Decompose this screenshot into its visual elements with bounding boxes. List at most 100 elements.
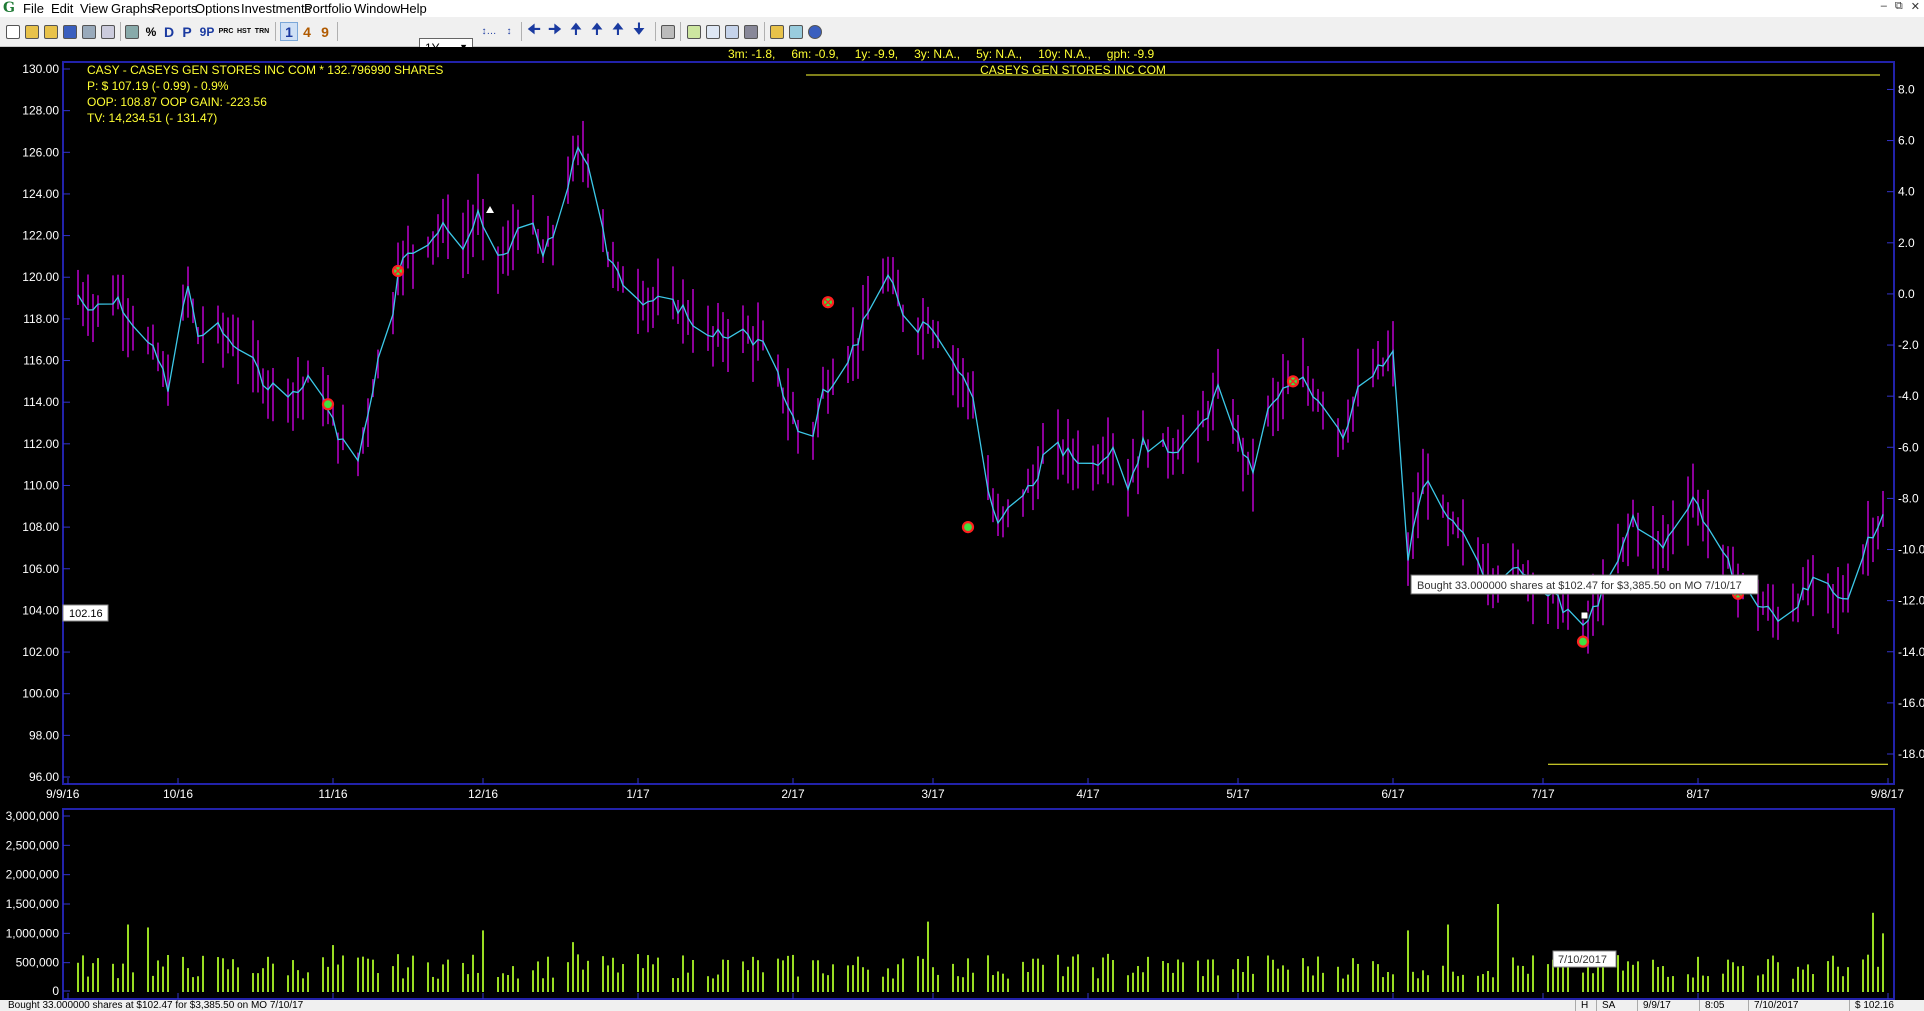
print-preview-icon[interactable] <box>100 22 116 41</box>
cursor-icon <box>1580 611 1589 620</box>
price-date-label: 11/16 <box>318 787 347 801</box>
perf-6m: 6m: -0.9, <box>791 47 838 61</box>
menu-help[interactable]: Help <box>400 1 427 16</box>
info-line-4: TV: 14,234.51 (- 131.47) <box>87 111 217 125</box>
status-message: Bought 33.000000 shares at $102.47 for $… <box>8 1000 304 1011</box>
perf-tick-label: 4.0 <box>1898 185 1915 199</box>
graph-window: 3m: -1.8, 6m: -0.9, 1y: -9.9, 3y: N.A., … <box>0 47 1924 1002</box>
info-line-1: CASY - CASEYS GEN STORES INC COM * 132.7… <box>87 63 443 77</box>
perf-tick-label: 6.0 <box>1898 134 1915 148</box>
daily-button[interactable]: D <box>161 22 177 41</box>
status-date: 9/9/17 <box>1637 1000 1676 1011</box>
price-button[interactable]: PRC <box>218 22 234 41</box>
zoom-icon[interactable]: ↕… <box>480 22 498 41</box>
menu-window[interactable]: Window <box>354 1 400 16</box>
perf-tick-label: 2.0 <box>1898 236 1915 250</box>
nine-graph-button[interactable]: 9 <box>317 22 333 41</box>
arrow-up-page-icon[interactable]: 🠉 <box>609 21 627 41</box>
four-graph-button[interactable]: 4 <box>299 22 315 41</box>
perf-5y: 5y: N.A., <box>976 47 1022 61</box>
settings-icon[interactable] <box>743 22 759 41</box>
price-date-label: 5/17 <box>1226 787 1250 801</box>
print-icon[interactable] <box>81 22 97 41</box>
price-tick-label: 110.00 <box>23 478 59 492</box>
volume-tick-label: 500,000 <box>16 956 60 970</box>
price-tick-label: 106.00 <box>22 562 59 576</box>
price-date-label: 3/17 <box>921 787 945 801</box>
perf-tick-label: -10.0 <box>1898 543 1924 557</box>
price-tick-label: 116.00 <box>23 354 59 368</box>
menu-view[interactable]: View <box>80 1 108 16</box>
perf-tick-label: -2.0 <box>1898 338 1919 352</box>
perf-graph: gph: -9.9 <box>1107 47 1155 61</box>
perf-10y: 10y: N.A., <box>1038 47 1091 61</box>
chart-icon[interactable] <box>686 22 702 41</box>
price-range-bars <box>77 120 1884 654</box>
perf-tick-label: -6.0 <box>1898 440 1919 454</box>
calculator-icon[interactable] <box>660 22 676 41</box>
price-tick-label: 120.00 <box>22 270 59 284</box>
nine-portfolio-button[interactable]: 9P <box>197 22 217 41</box>
perf-tick-label: 0.0 <box>1898 287 1915 301</box>
price-tick-label: 122.00 <box>22 229 59 243</box>
volume-tick-label: 1,000,000 <box>6 926 60 940</box>
help-icon[interactable] <box>807 22 823 41</box>
menu-portfolio[interactable]: Portfolio <box>304 1 352 16</box>
buy-marker-icon <box>321 398 335 411</box>
refresh-icon[interactable] <box>788 22 804 41</box>
transaction-button[interactable]: TRN <box>254 22 270 41</box>
menu-investments[interactable]: Investments <box>241 1 311 16</box>
menu-edit[interactable]: Edit <box>51 1 73 16</box>
arrow-up-icon[interactable]: 🠉 <box>567 21 585 41</box>
menu-bar: G File Edit View Graphs Reports Options … <box>0 0 1924 17</box>
new-file-icon[interactable] <box>5 22 21 41</box>
undo-icon[interactable] <box>769 22 785 41</box>
perf-tick-label: -14.0 <box>1898 645 1924 659</box>
grid-icon[interactable] <box>724 22 740 41</box>
menu-options[interactable]: Options <box>195 1 240 16</box>
price-tick-label: 102.00 <box>22 645 59 659</box>
close-icon[interactable]: ✕ <box>1911 0 1920 13</box>
save-icon[interactable] <box>62 22 78 41</box>
arrow-left-icon[interactable]: 🠈 <box>525 21 543 41</box>
price-tick-label: 96.00 <box>29 770 59 784</box>
split-marker-icon <box>486 206 494 213</box>
history-button[interactable]: HST <box>236 22 252 41</box>
menu-file[interactable]: File <box>23 1 44 16</box>
date-axis-price: 9/9/16 10/16 11/16 12/16 1/17 2/17 3/17 4/17 5/1… <box>46 778 1904 801</box>
one-graph-button[interactable]: 1 <box>280 22 298 41</box>
cursor-price-label: 102.16 <box>69 608 103 620</box>
window-icon[interactable] <box>705 22 721 41</box>
zoom-out-icon[interactable]: ↕ <box>501 22 517 41</box>
volume-tick-label: 1,500,000 <box>6 897 60 911</box>
menu-graphs[interactable]: Graphs <box>111 1 154 16</box>
price-plot-frame <box>62 61 1895 785</box>
price-date-label: 12/16 <box>468 787 498 801</box>
perf-1y: 1y: -9.9, <box>855 47 898 61</box>
portfolio-button[interactable]: P <box>179 22 195 41</box>
status-mode-h: H <box>1575 1000 1593 1011</box>
price-tick-label: 126.00 <box>22 145 59 159</box>
price-tick-label: 108.00 <box>22 520 59 534</box>
open-folder-icon[interactable] <box>24 22 40 41</box>
price-tick-label: 114.00 <box>23 395 59 409</box>
open-file-icon[interactable] <box>43 22 59 41</box>
perf-3m: 3m: -1.8, <box>728 47 775 61</box>
menu-reports[interactable]: Reports <box>152 1 198 16</box>
price-date-label: 9/9/16 <box>46 787 80 801</box>
restore-icon[interactable]: ⧉ <box>1895 0 1903 13</box>
status-price: $ 102.16 <box>1849 1000 1899 1011</box>
percent-icon[interactable]: % <box>143 22 159 41</box>
price-date-label: 10/16 <box>163 787 193 801</box>
arrow-right-icon[interactable]: 🠊 <box>546 21 564 41</box>
volume-tick-label: 3,000,000 <box>6 809 60 823</box>
arrow-down-icon[interactable]: 🠋 <box>630 21 648 41</box>
perf-tick-label: -8.0 <box>1898 491 1919 505</box>
info-line-2: P: $ 107.19 (- 0.99) - 0.9% <box>87 79 229 93</box>
minimize-icon[interactable]: – <box>1881 0 1887 13</box>
price-date-label: 8/17 <box>1686 787 1710 801</box>
price-volume-chart: 3m: -1.8, 6m: -0.9, 1y: -9.9, 3y: N.A., … <box>6 47 1924 1000</box>
edit-icon[interactable] <box>124 22 140 41</box>
arrow-up-fast-icon[interactable]: 🠉 <box>588 21 606 41</box>
price-tick-label: 112.00 <box>23 437 59 451</box>
